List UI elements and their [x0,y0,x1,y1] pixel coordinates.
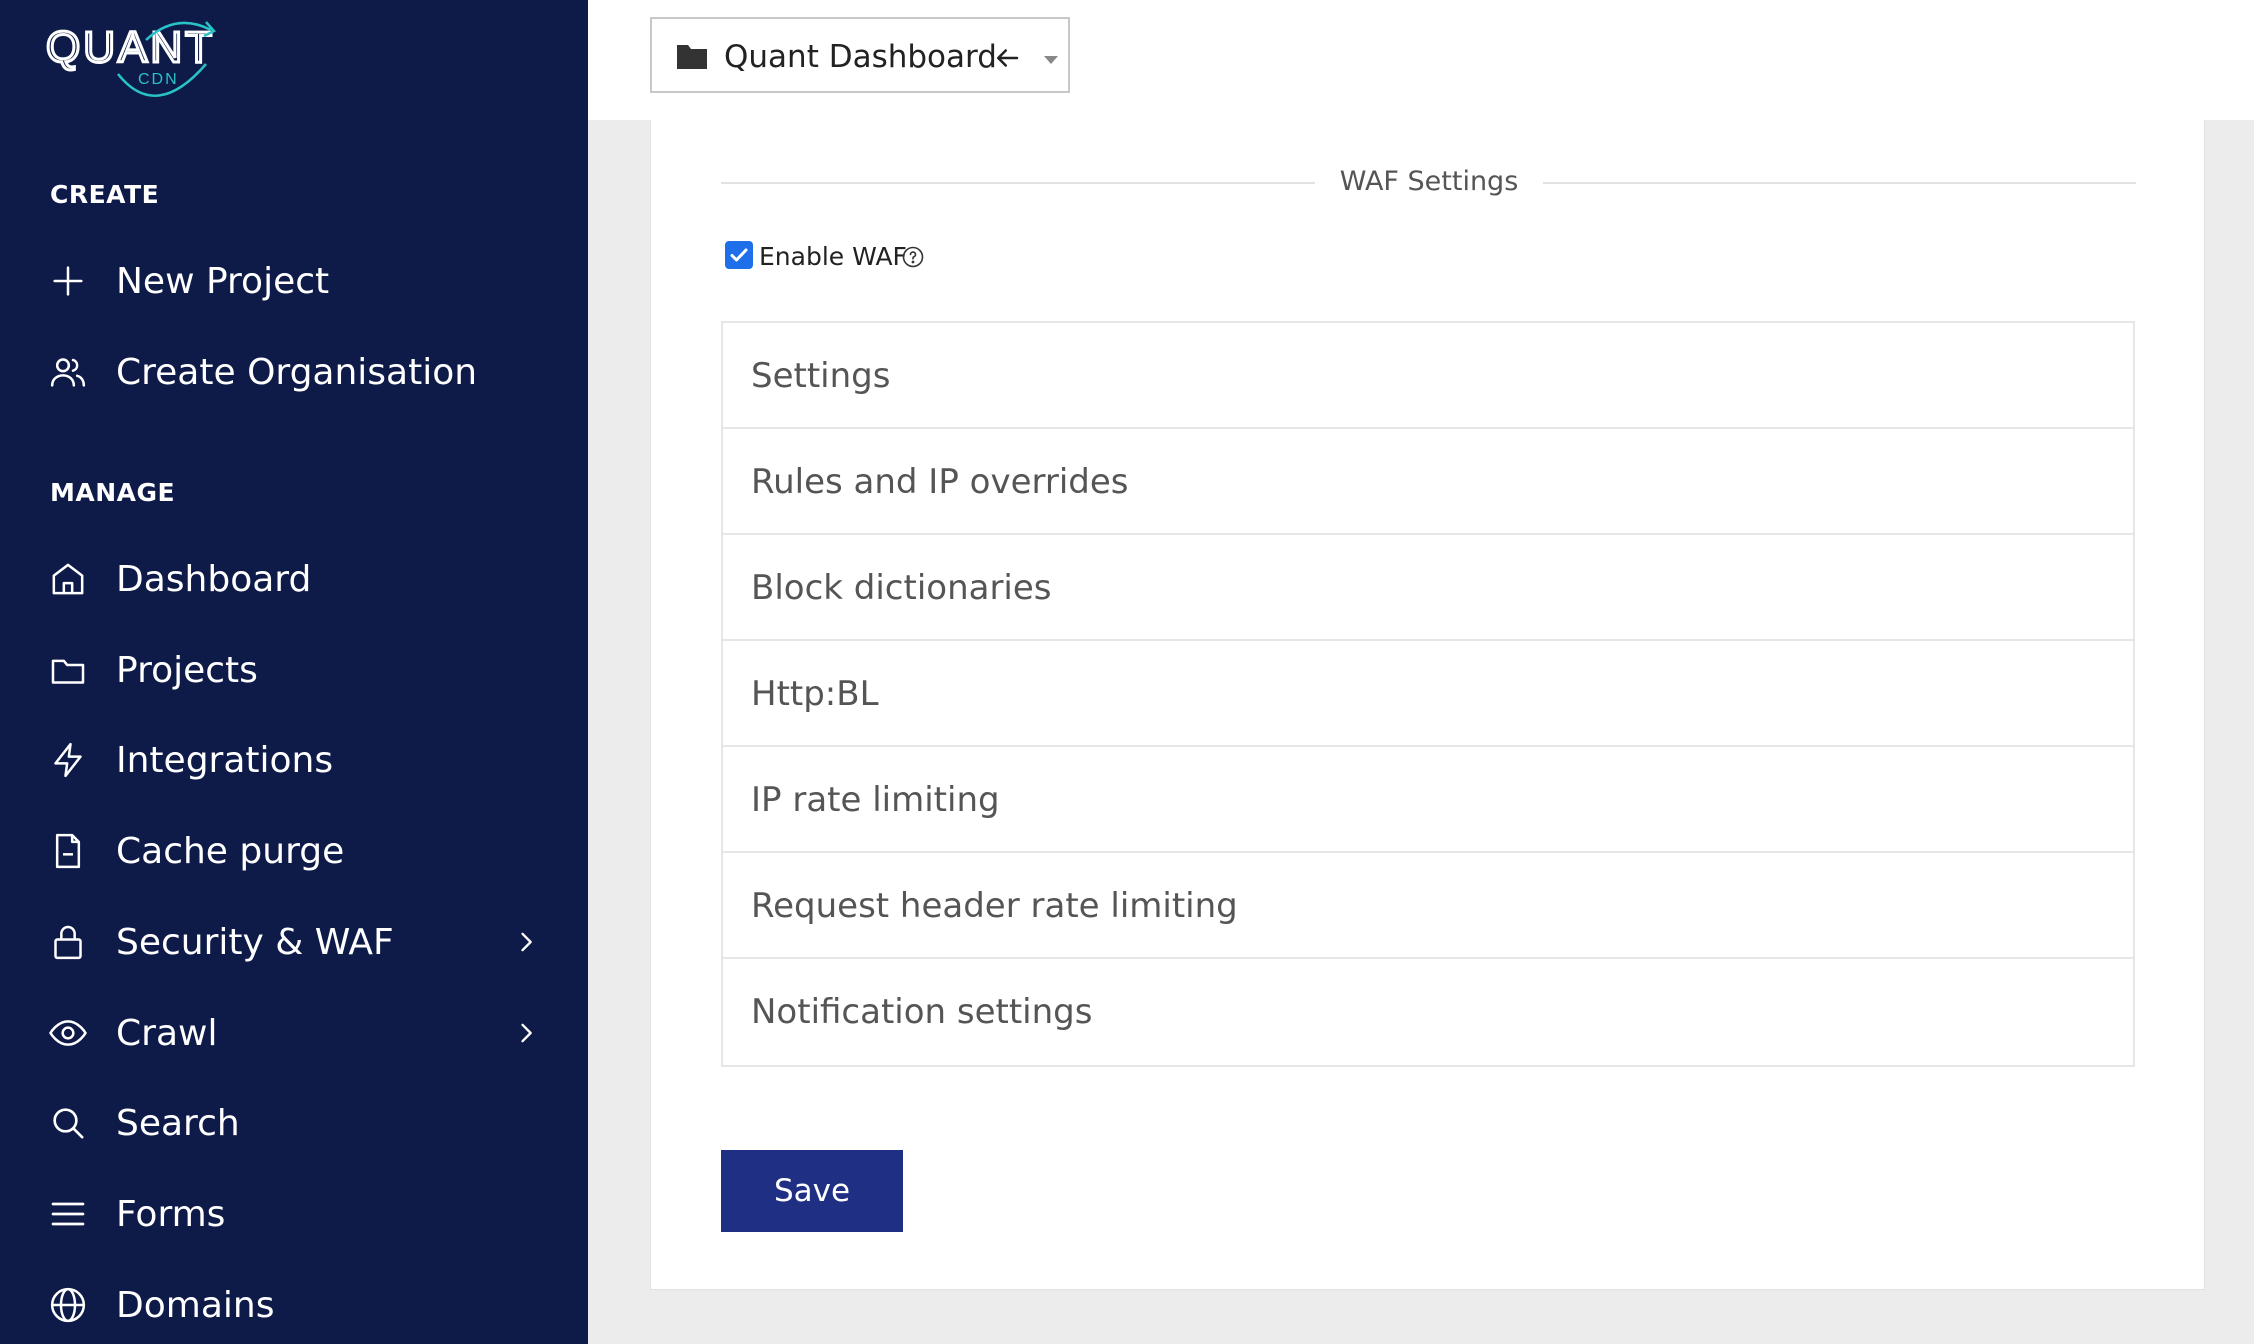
waf-settings-panel: WAF Settings Enable WAF Settings Rules a… [650,120,2205,1290]
accordion-item-block-dictionaries[interactable]: Block dictionaries [723,535,2133,641]
sidebar-item-label: Create Organisation [116,351,478,393]
divider [1543,182,2136,184]
home-icon [48,559,88,599]
sidebar-item-security-waf[interactable]: Security & WAF [0,907,588,977]
sidebar-item-dashboard[interactable]: Dashboard [0,544,588,614]
waf-settings-accordion: Settings Rules and IP overrides Block di… [721,321,2135,1067]
accordion-item-label: Http:BL [751,674,879,714]
sidebar-item-label: Security & WAF [116,921,394,963]
project-selector-value: Quant Dashboard [724,39,997,75]
section-title: WAF Settings [1339,166,1519,197]
accordion-item-label: Rules and IP overrides [751,462,1129,502]
sidebar-item-integrations[interactable]: Integrations [0,725,588,795]
sidebar-item-label: Crawl [116,1012,218,1054]
accordion-item-notification-settings[interactable]: Notification settings [723,959,2133,1065]
sidebar-item-new-project[interactable]: New Project [0,246,588,316]
sidebar-item-forms[interactable]: Forms [0,1179,588,1249]
folder-icon [676,41,708,71]
menu-lines-icon [48,1194,88,1234]
accordion-item-label: Notification settings [751,992,1093,1032]
sidebar-item-create-organisation[interactable]: Create Organisation [0,337,588,407]
enable-waf-checkbox[interactable] [725,241,753,269]
sidebar-item-label: Domains [116,1284,275,1326]
sidebar-item-label: Forms [116,1193,226,1235]
eye-icon [48,1013,88,1053]
sidebar-item-projects[interactable]: Projects [0,635,588,705]
sidebar-item-label: New Project [116,260,330,302]
sidebar: QUANT CDN CREATE New Project Create Orga… [0,0,588,1344]
accordion-item-httpbl[interactable]: Http:BL [723,641,2133,747]
arrow-left-icon [992,43,1022,73]
sidebar-item-label: Search [116,1102,240,1144]
sidebar-item-domains[interactable]: Domains [0,1270,588,1340]
enable-waf-label[interactable]: Enable WAF [759,242,907,271]
users-icon [48,352,88,392]
accordion-item-label: Settings [751,356,891,396]
folder-icon [48,650,88,690]
lightning-icon [48,740,88,780]
create-section-label: CREATE [50,180,160,209]
plus-icon [48,261,88,301]
accordion-item-label: Request header rate limiting [751,886,1238,926]
top-bar: Quant Dashboard [588,0,2254,120]
accordion-item-label: IP rate limiting [751,780,1000,820]
accordion-item-ip-rate-limiting[interactable]: IP rate limiting [723,747,2133,853]
caret-down-icon [1042,51,1060,64]
document-icon [48,831,88,871]
accordion-item-request-header-rate-limiting[interactable]: Request header rate limiting [723,853,2133,959]
search-icon [48,1103,88,1143]
accordion-item-label: Block dictionaries [751,568,1052,608]
help-icon[interactable] [901,245,925,269]
globe-icon [48,1285,88,1325]
accordion-item-rules-ip-overrides[interactable]: Rules and IP overrides [723,429,2133,535]
lock-icon [48,922,88,962]
accordion-item-settings[interactable]: Settings [723,323,2133,429]
sidebar-item-label: Integrations [116,739,334,781]
logo-main-text: QUANT [46,23,215,72]
chevron-right-icon [512,928,540,956]
sidebar-item-crawl[interactable]: Crawl [0,998,588,1068]
sidebar-item-label: Dashboard [116,558,312,600]
sidebar-item-search[interactable]: Search [0,1088,588,1158]
divider [721,182,1315,184]
chevron-right-icon [512,1019,540,1047]
save-button[interactable]: Save [721,1150,903,1232]
sidebar-item-label: Projects [116,649,258,691]
project-selector[interactable]: Quant Dashboard [650,17,1070,93]
logo-sub-text: CDN [138,71,179,88]
manage-section-label: MANAGE [50,478,176,507]
sidebar-item-cache-purge[interactable]: Cache purge [0,816,588,886]
sidebar-item-label: Cache purge [116,830,345,872]
quant-cdn-logo[interactable]: QUANT CDN [45,12,276,107]
